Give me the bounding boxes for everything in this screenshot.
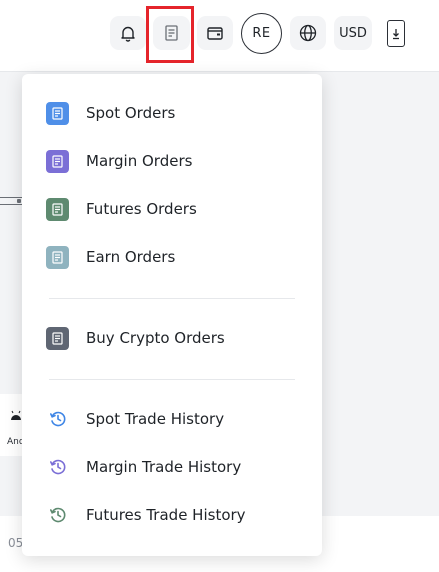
orders-dropdown-menu: Spot Orders Margin Orders Futures Orders… bbox=[22, 74, 322, 556]
menu-item-earn-orders[interactable]: Earn Orders bbox=[22, 237, 322, 277]
bell-icon bbox=[120, 25, 136, 42]
menu-item-margin-orders[interactable]: Margin Orders bbox=[22, 141, 322, 181]
wallet-icon bbox=[207, 26, 223, 40]
language-button[interactable] bbox=[290, 16, 326, 50]
menu-item-label: Earn Orders bbox=[86, 248, 176, 266]
avatar-initials: RE bbox=[252, 26, 271, 41]
wallet-button[interactable] bbox=[197, 16, 233, 50]
avatar-button[interactable]: RE bbox=[241, 13, 282, 54]
menu-item-margin-trade-history[interactable]: Margin Trade History bbox=[22, 447, 322, 487]
globe-icon bbox=[299, 24, 317, 42]
currency-label: USD bbox=[339, 25, 367, 41]
menu-item-label: Margin Orders bbox=[86, 152, 193, 170]
background-slider-handle bbox=[17, 199, 21, 203]
document-icon bbox=[46, 149, 69, 173]
document-icon bbox=[165, 25, 178, 41]
clock-history-icon bbox=[47, 504, 69, 526]
android-icon bbox=[10, 410, 22, 424]
menu-item-futures-orders[interactable]: Futures Orders bbox=[22, 189, 322, 229]
menu-item-label: Spot Orders bbox=[86, 104, 176, 122]
download-icon bbox=[391, 27, 401, 41]
menu-item-spot-trade-history[interactable]: Spot Trade History bbox=[22, 399, 322, 439]
menu-item-buy-crypto-orders[interactable]: Buy Crypto Orders bbox=[22, 318, 322, 358]
menu-item-label: Spot Trade History bbox=[86, 410, 225, 428]
background-date-fragment: 05 bbox=[8, 536, 24, 550]
document-icon bbox=[46, 197, 69, 221]
top-header: RE USD bbox=[0, 0, 439, 72]
document-icon bbox=[46, 101, 69, 125]
document-icon bbox=[46, 326, 69, 350]
clock-history-icon bbox=[47, 408, 69, 430]
page: RE USD And 05 Spot Orders Margin Orders … bbox=[0, 0, 439, 572]
orders-button[interactable] bbox=[153, 16, 190, 50]
currency-button[interactable]: USD bbox=[334, 16, 372, 50]
download-button[interactable] bbox=[387, 20, 405, 47]
menu-item-label: Margin Trade History bbox=[86, 458, 242, 476]
clock-history-icon bbox=[47, 456, 69, 478]
document-icon bbox=[46, 245, 69, 269]
notifications-button[interactable] bbox=[110, 16, 146, 50]
menu-item-label: Futures Trade History bbox=[86, 506, 246, 524]
menu-item-label: Futures Orders bbox=[86, 200, 197, 218]
menu-divider bbox=[49, 298, 295, 299]
menu-divider bbox=[49, 379, 295, 380]
menu-item-spot-orders[interactable]: Spot Orders bbox=[22, 93, 322, 133]
menu-item-futures-trade-history[interactable]: Futures Trade History bbox=[22, 495, 322, 535]
menu-item-label: Buy Crypto Orders bbox=[86, 329, 225, 347]
